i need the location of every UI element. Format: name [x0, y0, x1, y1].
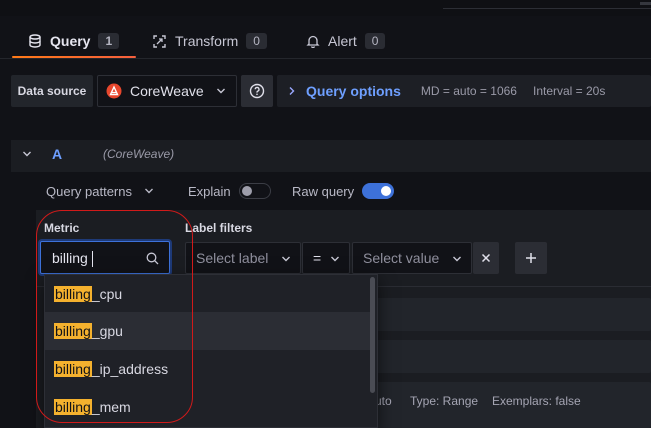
explain-toggle[interactable] — [238, 183, 271, 199]
tab-query-count: 1 — [98, 33, 120, 49]
max-data-points-info: MD = auto = 1066 — [420, 84, 517, 98]
chevron-right-icon — [288, 86, 296, 96]
datasource-label: Data source — [11, 75, 93, 107]
metric-suggestions-dropdown: billing _cpu billing _gpu billing _ip_addre… — [44, 274, 378, 428]
explain-label: Explain — [188, 183, 231, 199]
tab-transform-count: 0 — [246, 33, 267, 49]
query-datasource-name: (CoreWeave) — [103, 147, 175, 161]
metric-search-input[interactable]: billing — [40, 241, 170, 274]
tabs-divider — [0, 58, 651, 59]
operator-select[interactable]: = — [302, 242, 350, 274]
bell-icon — [306, 34, 320, 48]
tab-alert-label: Alert — [328, 33, 357, 49]
label-select[interactable]: Select label — [185, 242, 301, 274]
dropdown-scrollbar[interactable] — [370, 277, 375, 393]
tab-alert[interactable]: Alert 0 — [306, 30, 386, 52]
transform-icon — [152, 34, 167, 49]
raw-query-toggle[interactable] — [362, 183, 395, 199]
database-icon — [28, 34, 42, 48]
chevron-down-icon — [281, 255, 291, 263]
suggestion-rest: _cpu — [91, 286, 123, 302]
collapse-chevron-icon[interactable] — [22, 150, 32, 158]
explain-toggle-group: Explain — [188, 181, 271, 201]
suggestion-item[interactable]: billing _gpu — [45, 312, 371, 350]
suggestion-rest: _ip_address — [91, 361, 169, 377]
label-select-placeholder: Select label — [196, 250, 269, 266]
datasource-picker[interactable]: CoreWeave — [97, 75, 237, 107]
remove-filter-button[interactable] — [473, 242, 499, 274]
tab-alert-count: 0 — [364, 33, 386, 49]
operations-panel — [376, 298, 651, 331]
suggestion-item[interactable]: billing _mem — [45, 388, 371, 426]
value-select-placeholder: Select value — [363, 250, 440, 266]
suggestion-rest: _gpu — [91, 323, 123, 339]
status-type: Type: Range — [410, 394, 479, 408]
tab-query-label: Query — [50, 33, 91, 49]
metric-input-value: billing — [52, 250, 88, 266]
text-cursor — [92, 251, 93, 267]
suggestion-item[interactable]: billing _cpu — [45, 275, 371, 313]
suggestion-rest: _mem — [91, 399, 131, 415]
interval-info: Interval = 20s — [532, 84, 606, 98]
chevron-down-icon — [330, 255, 340, 263]
value-select[interactable]: Select value — [352, 242, 472, 274]
query-preview-panel — [376, 340, 651, 373]
raw-query-label: Raw query — [292, 183, 355, 199]
query-ref-id[interactable]: A — [52, 146, 62, 162]
chevron-down-icon — [144, 187, 154, 195]
coreweave-logo-icon — [106, 83, 122, 99]
operator-value: = — [313, 250, 322, 266]
close-icon — [481, 253, 491, 263]
chevron-down-icon — [452, 255, 462, 263]
label-filters-label: Label filters — [185, 221, 253, 235]
raw-query-toggle-group: Raw query — [292, 181, 395, 201]
tab-transform[interactable]: Transform 0 — [152, 30, 267, 52]
metric-label: Metric — [44, 221, 80, 235]
query-patterns-dropdown[interactable]: Query patterns — [46, 181, 154, 201]
tab-transform-label: Transform — [175, 33, 239, 49]
match-highlight: billing — [54, 286, 92, 302]
add-filter-button[interactable] — [515, 242, 547, 274]
datasource-help-button[interactable] — [241, 75, 273, 107]
question-circle-icon — [249, 83, 265, 99]
plus-icon — [525, 252, 537, 264]
query-patterns-label: Query patterns — [46, 183, 132, 199]
match-highlight: billing — [54, 323, 92, 339]
match-highlight: billing — [54, 399, 92, 415]
chevron-down-icon — [216, 87, 226, 95]
top-edge-control — [640, 2, 651, 5]
query-options-toggle[interactable]: Query options — [306, 83, 401, 99]
suggestion-item[interactable]: billing _ip_address — [45, 350, 371, 388]
datasource-picker-value: CoreWeave — [130, 83, 204, 99]
search-icon — [146, 252, 159, 265]
top-divider — [443, 8, 651, 9]
query-options-bar[interactable]: Query options MD = auto = 1066 Interval … — [277, 75, 651, 107]
status-exemplars: Exemplars: false — [492, 394, 581, 408]
match-highlight: billing — [54, 361, 92, 377]
tab-query[interactable]: Query 1 — [28, 30, 120, 52]
